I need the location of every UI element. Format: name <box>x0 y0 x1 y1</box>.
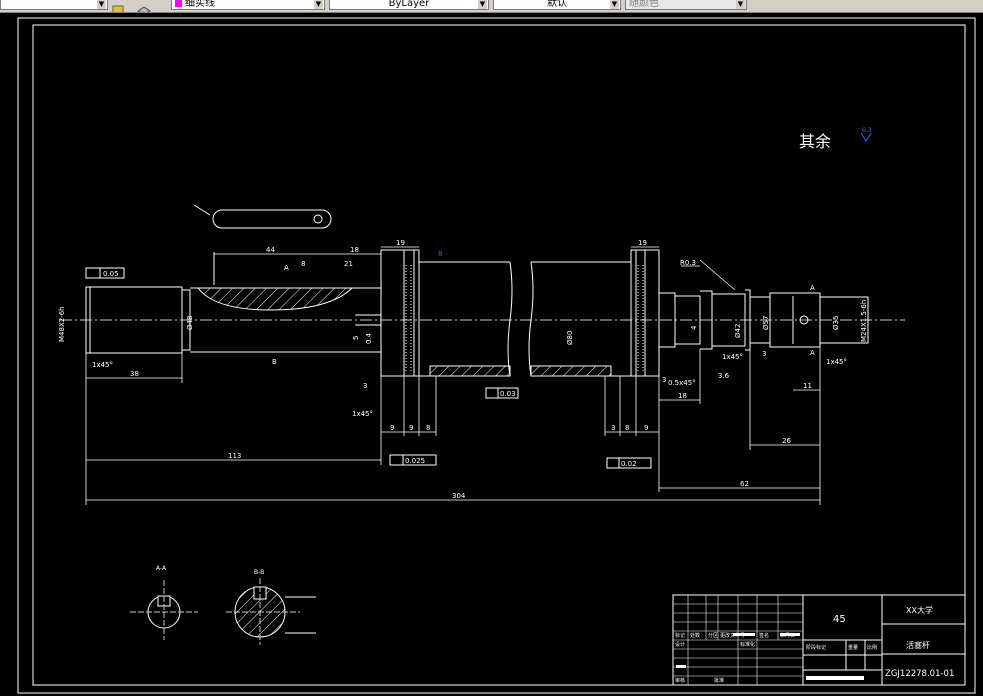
section-bb-view: B-B <box>226 569 316 645</box>
dim-9c: 9 <box>644 424 648 432</box>
dim-3-6: 3.6 <box>718 372 730 380</box>
tb-jieduan: 阶段标记 <box>806 644 826 651</box>
roughness-value: 6.3 <box>862 127 872 134</box>
drawing-canvas[interactable]: 其余 6.3 44 18 19 19 38 113 304 62 26 11 1… <box>0 12 983 696</box>
dim-62: 62 <box>740 480 749 488</box>
dim-8c: 8 <box>301 260 305 268</box>
roughness-note: 其余 <box>799 132 831 151</box>
tb-fenqu: 分区 <box>708 632 718 639</box>
dim-4: 4 <box>690 325 698 330</box>
plotstyle-value: 随颜色 <box>629 0 659 9</box>
chamfer-4: 1x45° <box>826 358 847 366</box>
linetype-dropdown[interactable]: ByLayer ▼ <box>329 0 489 10</box>
tb-sheji: 设计 <box>675 641 685 648</box>
linetype-value: ByLayer <box>388 0 430 9</box>
dim-3d: 3 <box>762 350 766 358</box>
dim-5: 5 <box>352 336 360 340</box>
layer-stack-icon[interactable] <box>136 0 152 12</box>
inner-frame <box>32 24 966 686</box>
tb-biaoji: 标记 <box>675 632 685 639</box>
chevron-down-icon: ▼ <box>97 0 106 9</box>
section-mark-a: A <box>284 264 289 272</box>
chevron-down-icon: ▼ <box>736 0 745 9</box>
chamfer-5: 0.5x45° <box>668 379 696 387</box>
tb-school: XX大学 <box>906 605 933 615</box>
outer-frame <box>17 17 976 694</box>
dim-04: 0.4 <box>365 332 373 344</box>
section-mark-b: B <box>272 358 277 366</box>
tb-bili: 比例 <box>867 644 877 651</box>
chamfer-3: 1x45° <box>722 353 743 361</box>
chamfer-1: 1x45° <box>92 361 113 369</box>
dia-80: Ø80 <box>566 331 574 345</box>
section-aa-label: A-A <box>156 565 167 572</box>
dim-9a: 9 <box>390 424 394 432</box>
dim-44: 44 <box>266 246 275 254</box>
tb-material: 45 <box>833 614 846 625</box>
section-mark-a2: A <box>810 284 815 292</box>
dia-35: Ø35 <box>832 316 840 330</box>
dim-18b: 18 <box>678 392 687 400</box>
tb-qianming: 签名 <box>759 632 769 639</box>
dim-3a: 3 <box>611 424 615 432</box>
thread-m24: M24X1.5-6h <box>860 300 868 342</box>
chevron-down-icon: ▼ <box>314 0 323 9</box>
section-mark-a3: A <box>810 349 815 357</box>
section-aa-view: A-A <box>130 565 198 640</box>
thread-m48: M48X2-6h <box>58 306 66 342</box>
tb-part-name: 活塞杆 <box>906 640 930 650</box>
dim-3b: 3 <box>363 382 367 390</box>
dim-8b: 8 <box>625 424 629 432</box>
chamfer-2: 1x45° <box>352 410 373 418</box>
layer-state-dropdown[interactable]: ▼ <box>0 0 108 10</box>
r-03: R0.3 <box>680 259 696 267</box>
tb-chushu: 处数 <box>690 632 700 639</box>
dim-19b: 19 <box>638 239 647 247</box>
dim-38: 38 <box>130 370 139 378</box>
tb-pizhun: 批准 <box>714 677 724 684</box>
tol-005: 0.05 <box>103 270 119 278</box>
plotstyle-dropdown[interactable]: 随颜色 ▼ <box>625 0 747 10</box>
layer-value: 细实线 <box>185 0 215 9</box>
layer-color-swatch <box>175 0 182 7</box>
tol-0025: 0.025 <box>405 457 425 465</box>
tb-drawing-no: ZGJ12278.01-01 <box>885 669 954 679</box>
layer-icon[interactable] <box>112 0 126 12</box>
lineweight-value: 默认 <box>547 0 567 9</box>
dim-113: 113 <box>228 452 241 460</box>
tb-shenhe: 审核 <box>675 677 685 684</box>
dim-9b: 9 <box>409 424 413 432</box>
dim-8a: 8 <box>426 424 430 432</box>
dim-26: 26 <box>782 437 791 445</box>
shaft-outline <box>85 249 869 377</box>
dia-48: Ø48 <box>186 316 194 330</box>
layer-dropdown[interactable]: 细实线 ▼ <box>171 0 325 10</box>
dim-21: 21 <box>344 260 353 268</box>
dim-18: 18 <box>350 246 359 254</box>
dim-304: 304 <box>452 492 466 500</box>
lineweight-dropdown[interactable]: 默认 ▼ <box>493 0 621 10</box>
tol-002: 0.02 <box>621 460 637 468</box>
tol-003: 0.03 <box>500 390 516 398</box>
dia-57: Ø57 <box>762 316 770 330</box>
keyway-view <box>193 204 332 229</box>
dim-11: 11 <box>803 382 812 390</box>
roughness-symbol-icon <box>860 132 872 142</box>
chevron-down-icon: ▼ <box>478 0 487 9</box>
tb-zhongliang: 重量 <box>848 644 858 651</box>
dim-3c: 3 <box>662 376 666 384</box>
section-bb-label: B-B <box>254 569 264 576</box>
tb-biaozhunhua: 标准化 <box>740 641 755 648</box>
dim-19a: 19 <box>396 239 405 247</box>
blue-marker: 8 <box>438 250 442 258</box>
dia-42: Ø42 <box>734 324 742 338</box>
title-block: 标记 处数 分区 更改文件号 签名 年月日 设计 标准化 审核 批准 阶段标记 … <box>672 594 966 686</box>
chevron-down-icon: ▼ <box>610 0 619 9</box>
